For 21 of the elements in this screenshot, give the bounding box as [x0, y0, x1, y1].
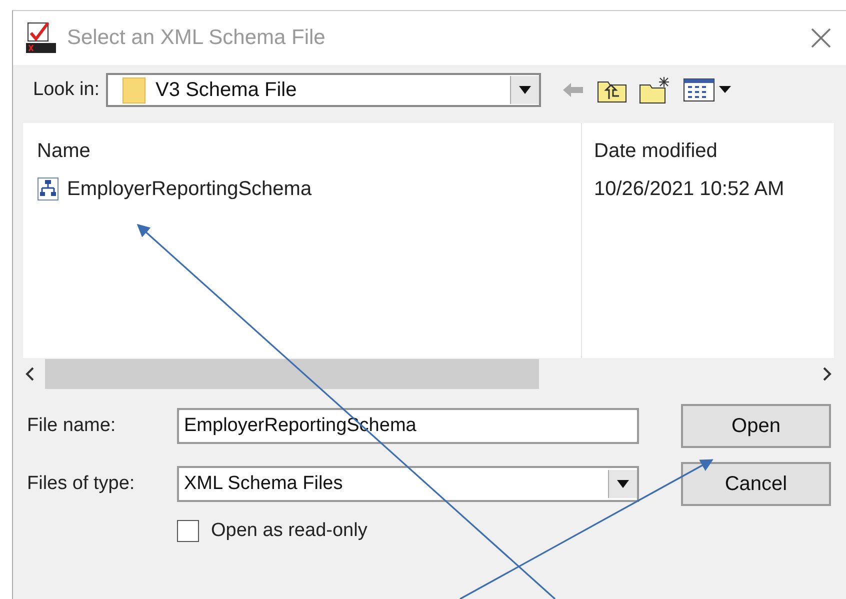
schema-file-icon	[37, 177, 59, 201]
read-only-checkbox[interactable]	[177, 520, 199, 542]
xml-checkmark-icon	[25, 21, 57, 55]
file-name-label: File name:	[27, 415, 117, 437]
look-in-label: Look in:	[33, 79, 100, 101]
close-icon[interactable]	[810, 27, 832, 49]
open-button[interactable]: Open	[681, 404, 831, 448]
window-title: Select an XML Schema File	[67, 26, 326, 50]
scrollbar-thumb[interactable]	[45, 359, 539, 389]
files-of-type-dropdown[interactable]: XML Schema Files	[177, 466, 639, 502]
look-in-dropdown[interactable]: V3 Schema File	[106, 73, 541, 107]
view-menu-icon[interactable]	[682, 77, 733, 103]
column-header[interactable]: Name	[37, 123, 581, 167]
files-of-type-label: Files of type:	[27, 473, 136, 495]
read-only-label: Open as read-only	[211, 520, 368, 542]
column-header[interactable]: Date modified	[594, 123, 784, 167]
folder-icon	[122, 76, 146, 104]
date-cell-text: 10/26/2021 10:52 AM	[594, 176, 784, 202]
file-name-cell[interactable]: EmployerReportingSchema	[37, 167, 581, 211]
new-folder-icon[interactable]	[638, 76, 671, 104]
cancel-button[interactable]: Cancel	[681, 462, 831, 506]
